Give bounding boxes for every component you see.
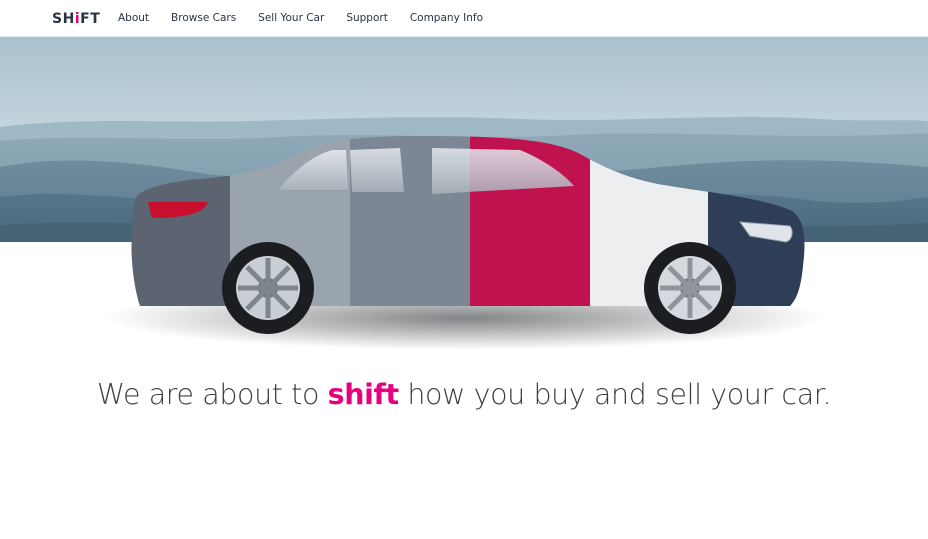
nav-company-info[interactable]: Company Info [410, 0, 483, 37]
site-header: SHiFT About Browse Cars Sell Your Car Su… [0, 0, 928, 37]
tagline-accent: shift [327, 378, 399, 411]
rear-wheel [222, 242, 314, 334]
logo-suffix: FT [80, 11, 101, 27]
hero-car [100, 128, 830, 360]
nav-support[interactable]: Support [346, 0, 388, 37]
main-nav: About Browse Cars Sell Your Car Support … [118, 0, 505, 37]
hero-tagline: We are about to shift how you buy and se… [0, 378, 928, 411]
shift-logo[interactable]: SHiFT [52, 11, 100, 27]
nav-sell-your-car[interactable]: Sell Your Car [258, 0, 324, 37]
logo-prefix: SH [52, 11, 75, 27]
tagline-before: We are about to [96, 378, 328, 411]
tagline-after: how you buy and sell your car. [398, 378, 832, 411]
front-wheel [644, 242, 736, 334]
nav-about[interactable]: About [118, 0, 149, 37]
car-illustration [105, 136, 825, 350]
nav-browse-cars[interactable]: Browse Cars [171, 0, 236, 37]
